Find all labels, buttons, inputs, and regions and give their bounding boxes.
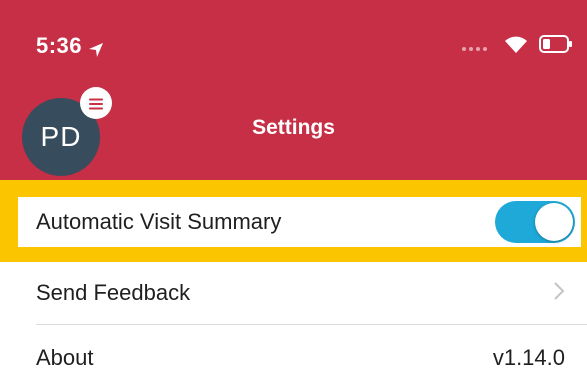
automatic-visit-summary-label: Automatic Visit Summary (36, 209, 282, 234)
menu-icon (88, 97, 104, 110)
battery-icon (539, 35, 573, 53)
send-feedback-label: Send Feedback (36, 280, 191, 305)
page-title: Settings (252, 116, 335, 139)
location-arrow-icon (88, 38, 104, 57)
automatic-visit-summary-toggle[interactable] (495, 201, 575, 243)
status-time: 5:36 (36, 33, 104, 59)
signal-dots-icon (461, 39, 493, 51)
wifi-icon (503, 34, 529, 54)
chevron-right-icon (553, 281, 565, 301)
status-time-text: 5:36 (36, 33, 83, 58)
about-label: About (36, 345, 94, 370)
header-bar: 5:36 PD Settings (0, 0, 587, 180)
menu-badge[interactable] (80, 87, 112, 119)
app-version: v1.14.0 (492, 345, 565, 370)
status-icons (461, 34, 573, 54)
toggle-knob (535, 203, 573, 241)
